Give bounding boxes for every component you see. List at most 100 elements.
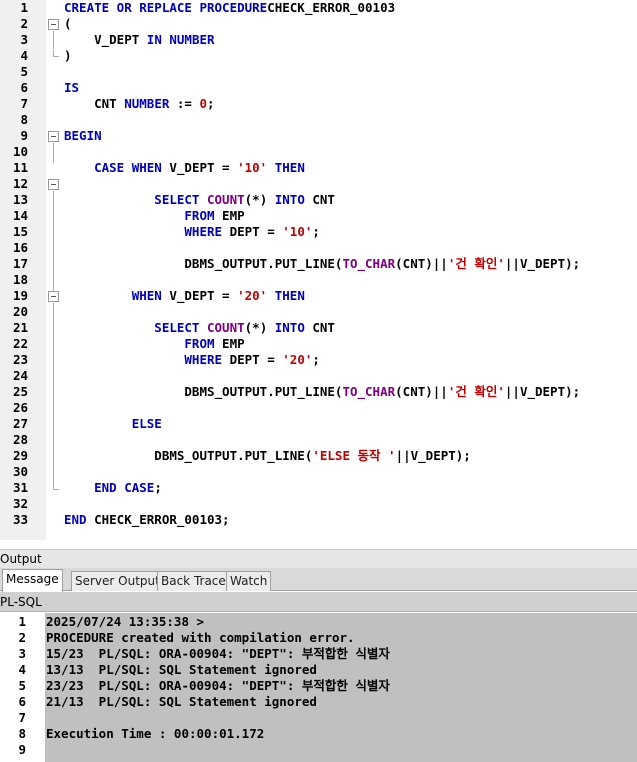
fold-toggle-icon[interactable] <box>48 19 59 30</box>
code-token: 'ELSE 동작 ' <box>312 448 396 463</box>
line-number: 29 <box>12 448 28 463</box>
code-line[interactable]: 7 CNT NUMBER := 0; <box>0 96 637 112</box>
code-line[interactable]: 19 WHEN V_DEPT = '20' THEN <box>0 288 637 304</box>
code-line[interactable]: 20 <box>0 304 637 320</box>
message-output-area[interactable]: 1 2025/07/24 13:35:38 > 2 PROCEDURE created… <box>0 613 637 762</box>
line-number: 21 <box>12 320 28 335</box>
code-token: ||V_DEPT); <box>504 384 581 399</box>
code-token: '20' <box>237 288 268 303</box>
tab-server-output[interactable]: Server Output <box>71 571 164 591</box>
code-token: ) <box>64 48 72 63</box>
code-line[interactable]: 8 <box>0 112 637 128</box>
code-line[interactable]: 13 SELECT COUNT(*) INTO CNT <box>0 192 637 208</box>
code-line[interactable]: 24 <box>0 368 637 384</box>
output-panel-title: Output <box>0 552 42 566</box>
code-line[interactable]: 25 DBMS_OUTPUT.PUT_LINE(TO_CHAR(CNT)||'건… <box>0 384 637 400</box>
code-token: '건 확인' <box>447 384 505 399</box>
code-line[interactable]: 27 ELSE <box>0 416 637 432</box>
code-token: COUNT <box>207 320 245 335</box>
line-number: 25 <box>12 384 28 399</box>
code-line[interactable]: 3 V_DEPT IN NUMBER <box>0 32 637 48</box>
plsql-section-label: PL-SQL <box>0 595 42 609</box>
output-line: 7 <box>0 710 637 726</box>
code-line[interactable]: 15 WHERE DEPT = '10'; <box>0 224 637 240</box>
code-text: V_DEPT IN NUMBER <box>64 32 214 48</box>
code-line[interactable]: 18 <box>0 272 637 288</box>
output-line-number: 9 <box>18 742 26 757</box>
output-panel-header: Output <box>0 549 637 568</box>
output-line-number: 2 <box>18 630 26 645</box>
code-token: THEN <box>267 288 305 303</box>
fold-toggle-icon[interactable] <box>48 179 59 190</box>
code-text: SELECT COUNT(*) INTO CNT <box>64 192 335 208</box>
code-token: '10' <box>237 160 268 175</box>
code-line[interactable]: 31 END CASE; <box>0 480 637 496</box>
line-number: 1 <box>20 0 28 15</box>
tab-back-trace[interactable]: Back Trace <box>157 571 230 591</box>
code-line[interactable]: 26 <box>0 400 637 416</box>
code-token: END CASE <box>64 480 155 495</box>
output-line-number: 5 <box>18 678 26 693</box>
code-token: WHERE <box>64 352 223 367</box>
code-token: ; <box>312 352 320 367</box>
code-line[interactable]: 30 <box>0 464 637 480</box>
tab-message[interactable]: Message <box>2 569 63 592</box>
code-line[interactable]: 12 <box>0 176 637 192</box>
tab-watch[interactable]: Watch <box>226 571 272 591</box>
output-message-text: 15/23 PL/SQL: ORA-00904: "DEPT": 부적합한 식별… <box>46 646 390 661</box>
code-line[interactable]: 11 CASE WHEN V_DEPT = '10' THEN <box>0 160 637 176</box>
code-token: (CNT)|| <box>395 256 448 271</box>
code-editor[interactable]: 1 CREATE OR REPLACE PROCEDURECHECK_ERROR_… <box>0 0 637 540</box>
code-text: CASE WHEN V_DEPT = '10' THEN <box>64 160 305 176</box>
code-line[interactable]: 16 <box>0 240 637 256</box>
code-token: := <box>169 96 200 111</box>
code-line[interactable]: 29 DBMS_OUTPUT.PUT_LINE('ELSE 동작 '||V_DE… <box>0 448 637 464</box>
fold-toggle-icon[interactable] <box>48 291 59 302</box>
code-token: DEPT = <box>222 352 283 367</box>
line-number: 22 <box>12 336 28 351</box>
code-text: FROM EMP <box>64 208 244 224</box>
fold-guide <box>53 191 54 291</box>
code-line[interactable]: 32 <box>0 496 637 512</box>
code-token: END <box>64 512 87 527</box>
output-line: 2 PROCEDURE created with compilation erro… <box>0 630 637 646</box>
code-line[interactable]: 17 DBMS_OUTPUT.PUT_LINE(TO_CHAR(CNT)||'건… <box>0 256 637 272</box>
code-line[interactable]: 5 <box>0 64 637 80</box>
output-message-text: 2025/07/24 13:35:38 > <box>46 614 205 629</box>
code-token: DBMS_OUTPUT.PUT_LINE( <box>64 256 343 271</box>
code-line[interactable]: 21 SELECT COUNT(*) INTO CNT <box>0 320 637 336</box>
line-number: 12 <box>12 176 28 191</box>
code-line[interactable]: 6 IS <box>0 80 637 96</box>
code-token: (CNT)|| <box>395 384 448 399</box>
output-tabs: Message Server Output Back Trace Watch <box>0 568 637 592</box>
code-line[interactable]: 33 END CHECK_ERROR_00103; <box>0 512 637 528</box>
code-line[interactable]: 10 <box>0 144 637 160</box>
line-number: 30 <box>12 464 28 479</box>
fold-end-marker <box>53 483 59 490</box>
code-token: (*) <box>244 192 275 207</box>
line-number: 17 <box>12 256 28 271</box>
code-line[interactable]: 28 <box>0 432 637 448</box>
line-number: 4 <box>20 48 28 63</box>
fold-guide <box>53 31 54 49</box>
code-line[interactable]: 9 BEGIN <box>0 128 637 144</box>
code-line[interactable]: 1 CREATE OR REPLACE PROCEDURECHECK_ERROR_… <box>0 0 637 16</box>
code-token: 0 <box>199 96 208 111</box>
code-token: FROM <box>64 336 215 351</box>
line-number: 28 <box>12 432 28 447</box>
code-line[interactable]: 2( <box>0 16 637 32</box>
code-line[interactable]: 14 FROM EMP <box>0 208 637 224</box>
fold-toggle-icon[interactable] <box>48 131 59 142</box>
line-number: 18 <box>12 272 28 287</box>
code-text: WHERE DEPT = '10'; <box>64 224 320 240</box>
code-line[interactable]: 22 FROM EMP <box>0 336 637 352</box>
code-token: FROM <box>64 208 215 223</box>
line-number: 10 <box>12 144 28 159</box>
code-token: COUNT <box>207 192 245 207</box>
code-text: CNT NUMBER := 0; <box>64 96 214 112</box>
code-line[interactable]: 23 WHERE DEPT = '20'; <box>0 352 637 368</box>
code-token: THEN <box>267 160 305 175</box>
code-line[interactable]: 4) <box>0 48 637 64</box>
code-token: IS <box>64 80 80 95</box>
code-token: CHECK_ERROR_00103 <box>267 0 396 15</box>
